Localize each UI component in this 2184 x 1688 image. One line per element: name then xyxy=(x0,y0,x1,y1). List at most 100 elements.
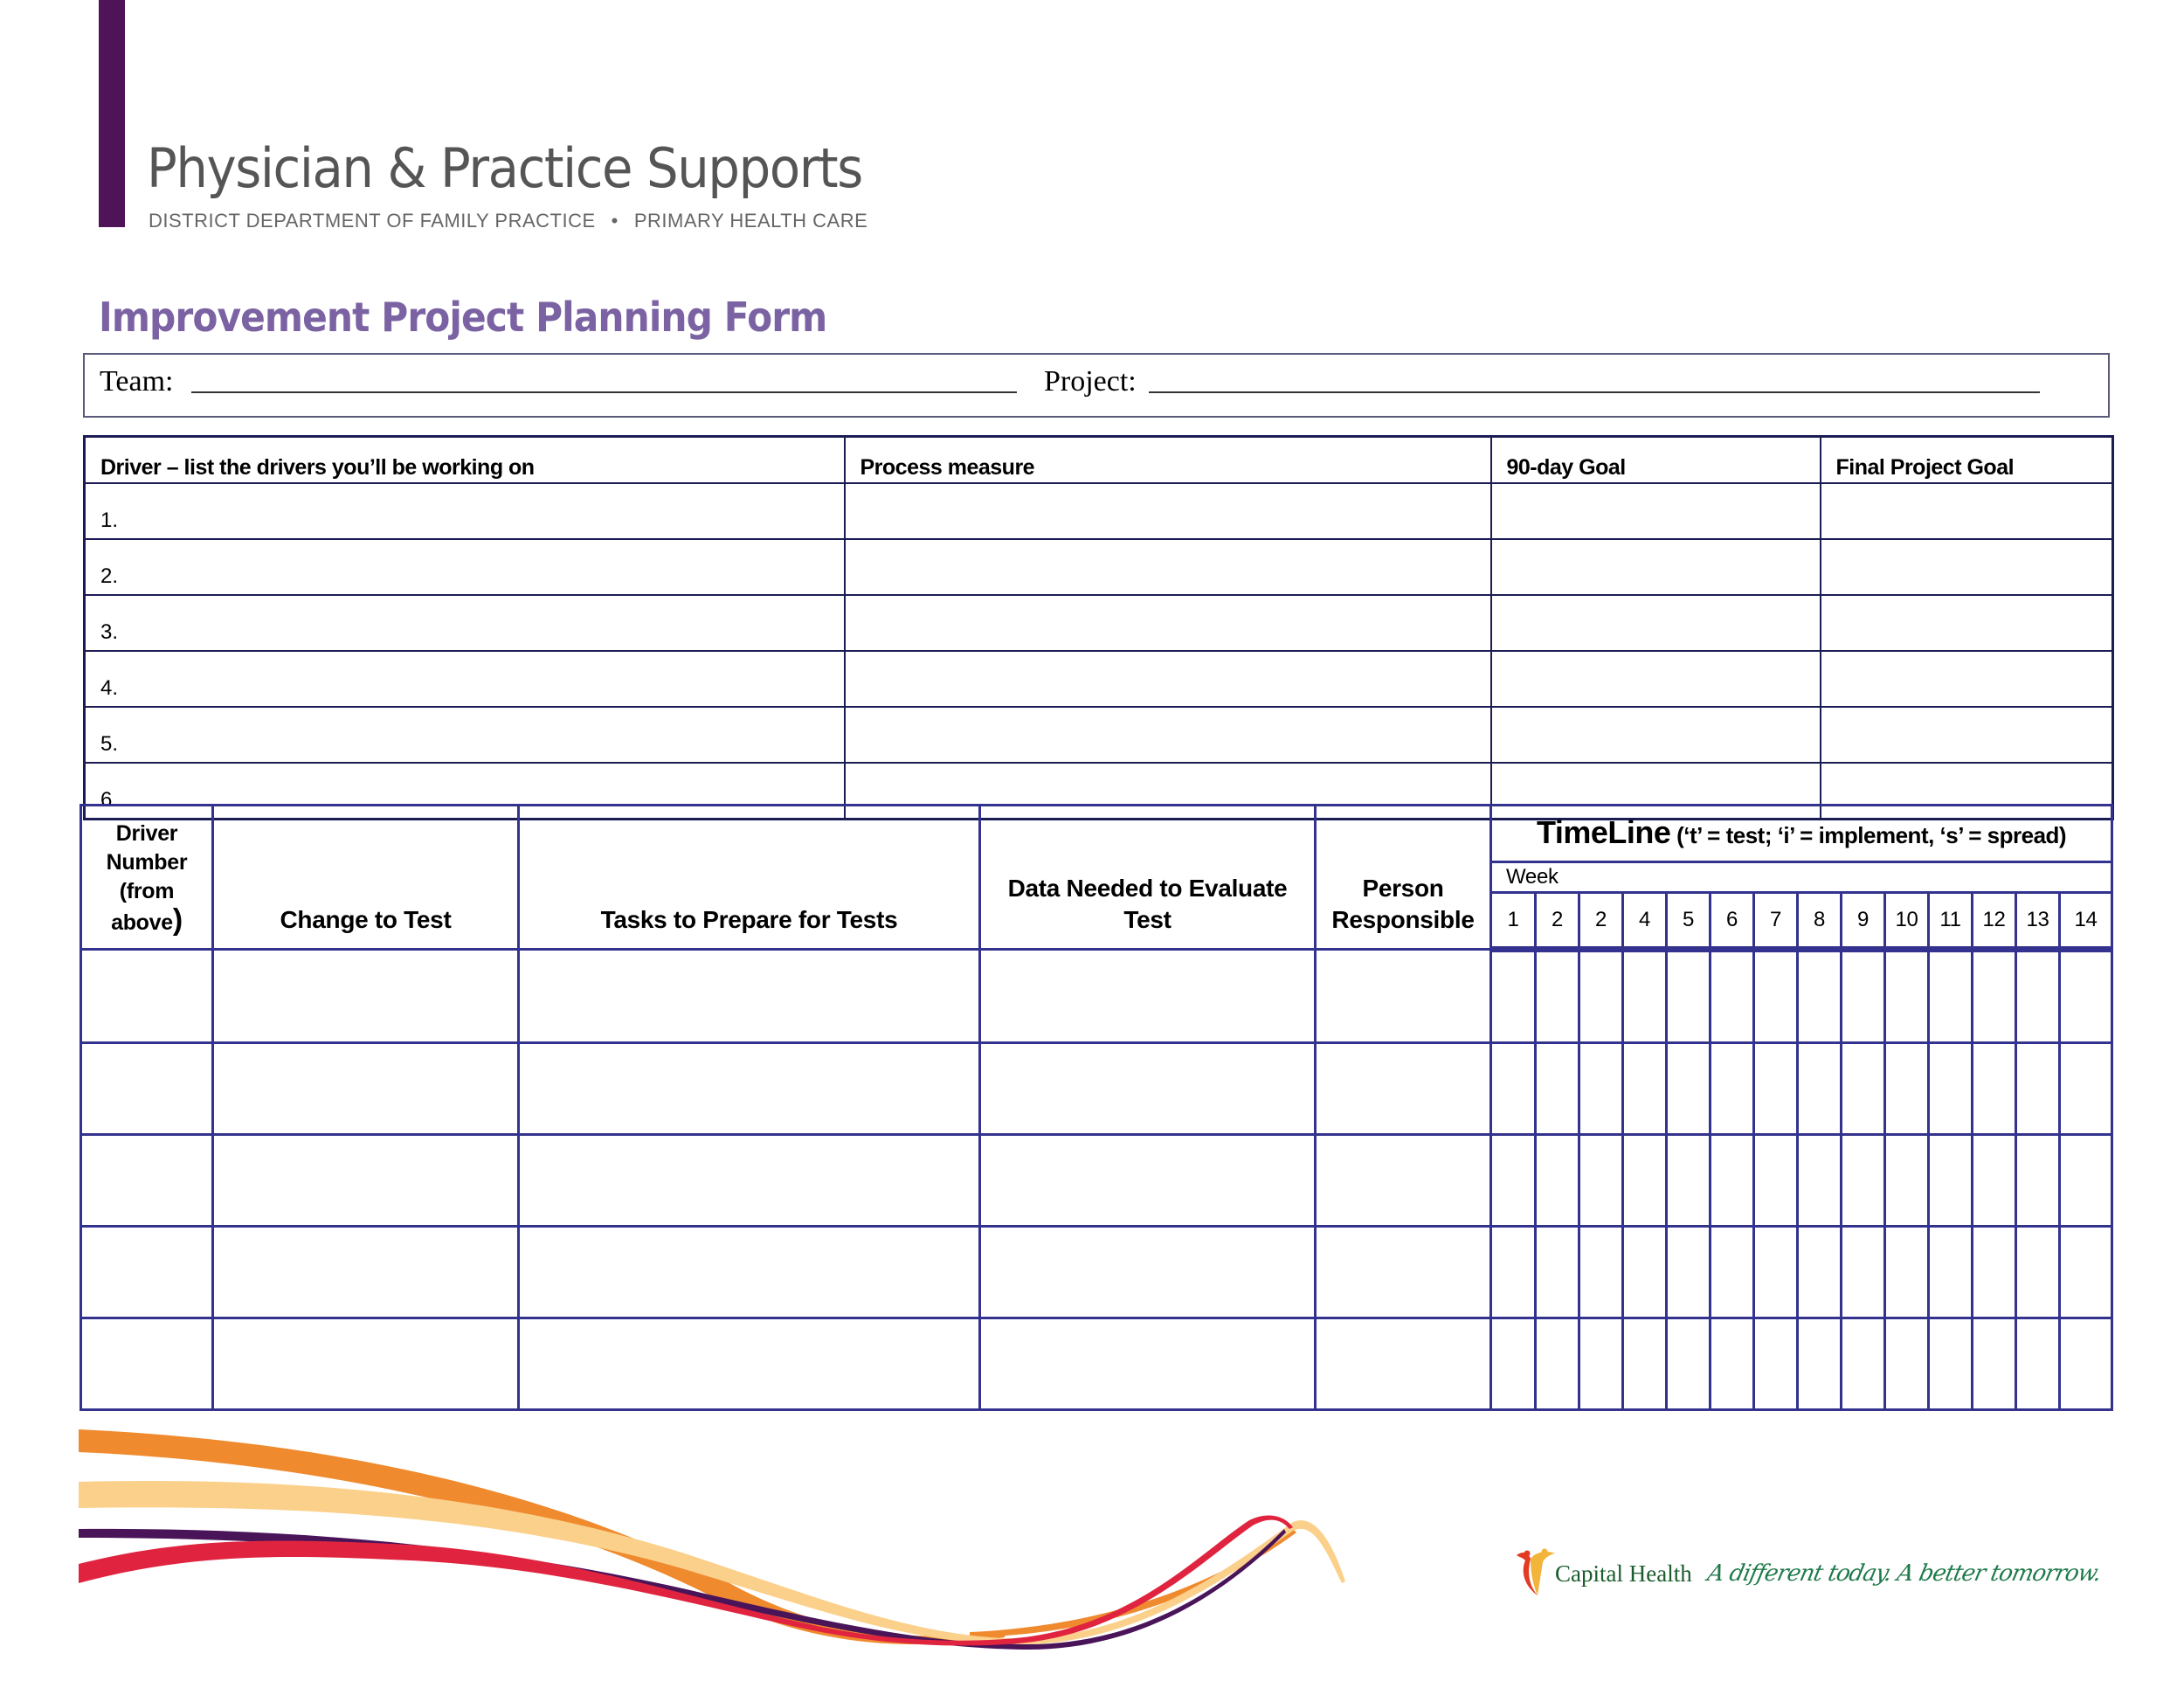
week-timeline-cell[interactable] xyxy=(1621,1225,1668,1319)
week-timeline-cell[interactable] xyxy=(2015,1317,2061,1411)
person-responsible-cell[interactable] xyxy=(1314,1317,1492,1411)
week-timeline-cell[interactable] xyxy=(1709,1317,1755,1411)
week-timeline-cell[interactable] xyxy=(1883,948,1930,1044)
driver-number-cell[interactable] xyxy=(79,1133,214,1228)
week-timeline-cell[interactable] xyxy=(1971,1317,2017,1411)
week-timeline-cell[interactable] xyxy=(1883,1225,1930,1319)
change-to-test-cell[interactable] xyxy=(211,1225,520,1319)
final-goal-cell[interactable] xyxy=(1819,482,2114,540)
week-timeline-cell[interactable] xyxy=(1578,1133,1624,1228)
week-timeline-cell[interactable] xyxy=(1927,1041,1973,1136)
goal-90-day-cell[interactable] xyxy=(1489,650,1821,708)
week-timeline-cell[interactable] xyxy=(1927,948,1973,1044)
week-timeline-cell[interactable] xyxy=(1883,1133,1930,1228)
change-to-test-cell[interactable] xyxy=(211,1317,520,1411)
process-measure-cell[interactable] xyxy=(843,706,1492,764)
week-timeline-cell[interactable] xyxy=(1489,1133,1537,1228)
tasks-cell[interactable] xyxy=(517,1225,981,1319)
process-measure-cell[interactable] xyxy=(843,482,1492,540)
week-timeline-cell[interactable] xyxy=(1534,948,1580,1044)
week-timeline-cell[interactable] xyxy=(1665,948,1711,1044)
week-timeline-cell[interactable] xyxy=(1971,1225,2017,1319)
person-responsible-cell[interactable] xyxy=(1314,1041,1492,1136)
week-timeline-cell[interactable] xyxy=(1534,1041,1580,1136)
week-timeline-cell[interactable] xyxy=(1578,948,1624,1044)
goal-90-day-cell[interactable] xyxy=(1489,482,1821,540)
week-timeline-cell[interactable] xyxy=(1709,948,1755,1044)
week-timeline-cell[interactable] xyxy=(2015,1133,2061,1228)
goal-90-day-cell[interactable] xyxy=(1489,594,1821,652)
week-timeline-cell[interactable] xyxy=(1971,1133,2017,1228)
week-timeline-cell[interactable] xyxy=(1578,1317,1624,1411)
week-timeline-cell[interactable] xyxy=(1665,1041,1711,1136)
week-timeline-cell[interactable] xyxy=(1489,948,1537,1044)
process-measure-cell[interactable] xyxy=(843,538,1492,596)
week-timeline-cell[interactable] xyxy=(1534,1317,1580,1411)
week-timeline-cell[interactable] xyxy=(1621,1133,1668,1228)
driver-cell[interactable]: 5. xyxy=(83,706,846,764)
process-measure-cell[interactable] xyxy=(843,594,1492,652)
team-field[interactable] xyxy=(191,391,1017,393)
week-timeline-cell[interactable] xyxy=(1927,1317,1973,1411)
week-timeline-cell[interactable] xyxy=(2057,1133,2114,1228)
data-needed-cell[interactable] xyxy=(978,1133,1317,1228)
final-goal-cell[interactable] xyxy=(1819,594,2114,652)
tasks-cell[interactable] xyxy=(517,1041,981,1136)
person-responsible-cell[interactable] xyxy=(1314,948,1492,1044)
person-responsible-cell[interactable] xyxy=(1314,1225,1492,1319)
week-timeline-cell[interactable] xyxy=(1840,1317,1886,1411)
week-timeline-cell[interactable] xyxy=(1927,1225,1973,1319)
week-timeline-cell[interactable] xyxy=(1578,1041,1624,1136)
driver-number-cell[interactable] xyxy=(79,1225,214,1319)
driver-number-cell[interactable] xyxy=(79,948,214,1044)
week-timeline-cell[interactable] xyxy=(1752,948,1799,1044)
process-measure-cell[interactable] xyxy=(843,650,1492,708)
data-needed-cell[interactable] xyxy=(978,1041,1317,1136)
week-timeline-cell[interactable] xyxy=(1665,1225,1711,1319)
week-timeline-cell[interactable] xyxy=(2057,1225,2114,1319)
final-goal-cell[interactable] xyxy=(1819,650,2114,708)
week-timeline-cell[interactable] xyxy=(1752,1133,1799,1228)
week-timeline-cell[interactable] xyxy=(1665,1317,1711,1411)
week-timeline-cell[interactable] xyxy=(1840,1133,1886,1228)
goal-90-day-cell[interactable] xyxy=(1489,706,1821,764)
week-timeline-cell[interactable] xyxy=(1752,1317,1799,1411)
week-timeline-cell[interactable] xyxy=(1971,1041,2017,1136)
week-timeline-cell[interactable] xyxy=(1752,1041,1799,1136)
week-timeline-cell[interactable] xyxy=(1840,1041,1886,1136)
week-timeline-cell[interactable] xyxy=(1840,1225,1886,1319)
week-timeline-cell[interactable] xyxy=(2015,1225,2061,1319)
week-timeline-cell[interactable] xyxy=(1796,948,1842,1044)
week-timeline-cell[interactable] xyxy=(1489,1317,1537,1411)
week-timeline-cell[interactable] xyxy=(1709,1225,1755,1319)
week-timeline-cell[interactable] xyxy=(1840,948,1886,1044)
week-timeline-cell[interactable] xyxy=(1621,1317,1668,1411)
data-needed-cell[interactable] xyxy=(978,948,1317,1044)
week-timeline-cell[interactable] xyxy=(1927,1133,1973,1228)
week-timeline-cell[interactable] xyxy=(1578,1225,1624,1319)
week-timeline-cell[interactable] xyxy=(1534,1133,1580,1228)
week-timeline-cell[interactable] xyxy=(1752,1225,1799,1319)
tasks-cell[interactable] xyxy=(517,1133,981,1228)
final-goal-cell[interactable] xyxy=(1819,706,2114,764)
driver-cell[interactable]: 1. xyxy=(83,482,846,540)
tasks-cell[interactable] xyxy=(517,1317,981,1411)
driver-number-cell[interactable] xyxy=(79,1041,214,1136)
final-goal-cell[interactable] xyxy=(1819,538,2114,596)
week-timeline-cell[interactable] xyxy=(1796,1041,1842,1136)
data-needed-cell[interactable] xyxy=(978,1317,1317,1411)
project-field[interactable] xyxy=(1149,391,2040,393)
week-timeline-cell[interactable] xyxy=(1665,1133,1711,1228)
week-timeline-cell[interactable] xyxy=(1971,948,2017,1044)
change-to-test-cell[interactable] xyxy=(211,1041,520,1136)
week-timeline-cell[interactable] xyxy=(1796,1317,1842,1411)
tasks-cell[interactable] xyxy=(517,948,981,1044)
week-timeline-cell[interactable] xyxy=(1883,1317,1930,1411)
driver-number-cell[interactable] xyxy=(79,1317,214,1411)
data-needed-cell[interactable] xyxy=(978,1225,1317,1319)
week-timeline-cell[interactable] xyxy=(1621,948,1668,1044)
goal-90-day-cell[interactable] xyxy=(1489,538,1821,596)
week-timeline-cell[interactable] xyxy=(1709,1133,1755,1228)
week-timeline-cell[interactable] xyxy=(2057,948,2114,1044)
change-to-test-cell[interactable] xyxy=(211,948,520,1044)
